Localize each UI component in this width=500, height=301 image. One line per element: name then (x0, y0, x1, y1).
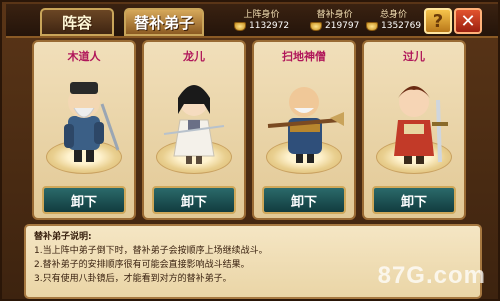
unequip-button[interactable]: 卸下 (42, 186, 126, 214)
disciple-name: 扫地神僧 (282, 50, 326, 63)
stat-value: 1132972 (249, 21, 290, 31)
close-button[interactable]: ✕ (454, 8, 482, 34)
info-title: 替补弟子说明: (34, 232, 92, 242)
stat-label: 替补身价 (316, 10, 353, 20)
disciple-name: 过儿 (403, 50, 425, 63)
stat-label: 总身价 (380, 10, 408, 20)
disciple-card[interactable]: 扫地神僧 卸下 (252, 40, 356, 220)
disciple-card[interactable]: 木道人 卸下 (32, 40, 136, 220)
gold-ingot-icon (234, 21, 246, 31)
disciple-card[interactable]: 龙儿 卸下 (142, 40, 246, 220)
disciple-name: 木道人 (67, 50, 101, 63)
disciple-portrait (40, 64, 128, 174)
disciple-card[interactable]: 过儿 卸下 (362, 40, 466, 220)
disciple-portrait (150, 64, 238, 174)
stat-lineup-value: 上阵身价 1132972 (234, 7, 289, 31)
swordswoman-figure-icon (163, 85, 225, 164)
top-bar: 阵容 替补弟子 上阵身价 1132972 替补身价 219797 总身价 135… (6, 4, 498, 38)
taoist-figure-icon (64, 82, 120, 162)
unequip-button[interactable]: 卸下 (152, 186, 236, 214)
watermark: 87G.com (377, 262, 486, 289)
stat-total-value: 总身价 1352769 (366, 7, 421, 31)
tab-substitutes[interactable]: 替补弟子 (124, 8, 204, 36)
young-hero-figure-icon (394, 86, 448, 164)
game-window: 阵容 替补弟子 上阵身价 1132972 替补身价 219797 总身价 135… (0, 0, 500, 301)
disciple-name: 龙儿 (183, 50, 205, 63)
gold-ingot-icon (310, 21, 322, 31)
unequip-button[interactable]: 卸下 (262, 186, 346, 214)
stat-value: 1352769 (381, 21, 422, 31)
help-button[interactable]: ? (424, 8, 452, 34)
stat-substitute-value: 替补身价 219797 (310, 7, 359, 31)
disciple-portrait (260, 64, 348, 174)
stat-label: 上阵身价 (243, 10, 280, 20)
substitute-cards: 木道人 卸下 龙儿 卸下 扫地神僧 卸下 过儿 卸下 (8, 40, 496, 220)
disciple-portrait (370, 64, 458, 174)
tab-lineup[interactable]: 阵容 (40, 8, 114, 36)
gold-ingot-icon (366, 21, 378, 31)
monk-figure-icon (267, 87, 344, 163)
stat-value: 219797 (325, 21, 360, 31)
info-line: 1.当上阵中弟子倒下时，替补弟子会按顺序上场继续战斗。 (34, 246, 268, 256)
unequip-button[interactable]: 卸下 (372, 186, 456, 214)
